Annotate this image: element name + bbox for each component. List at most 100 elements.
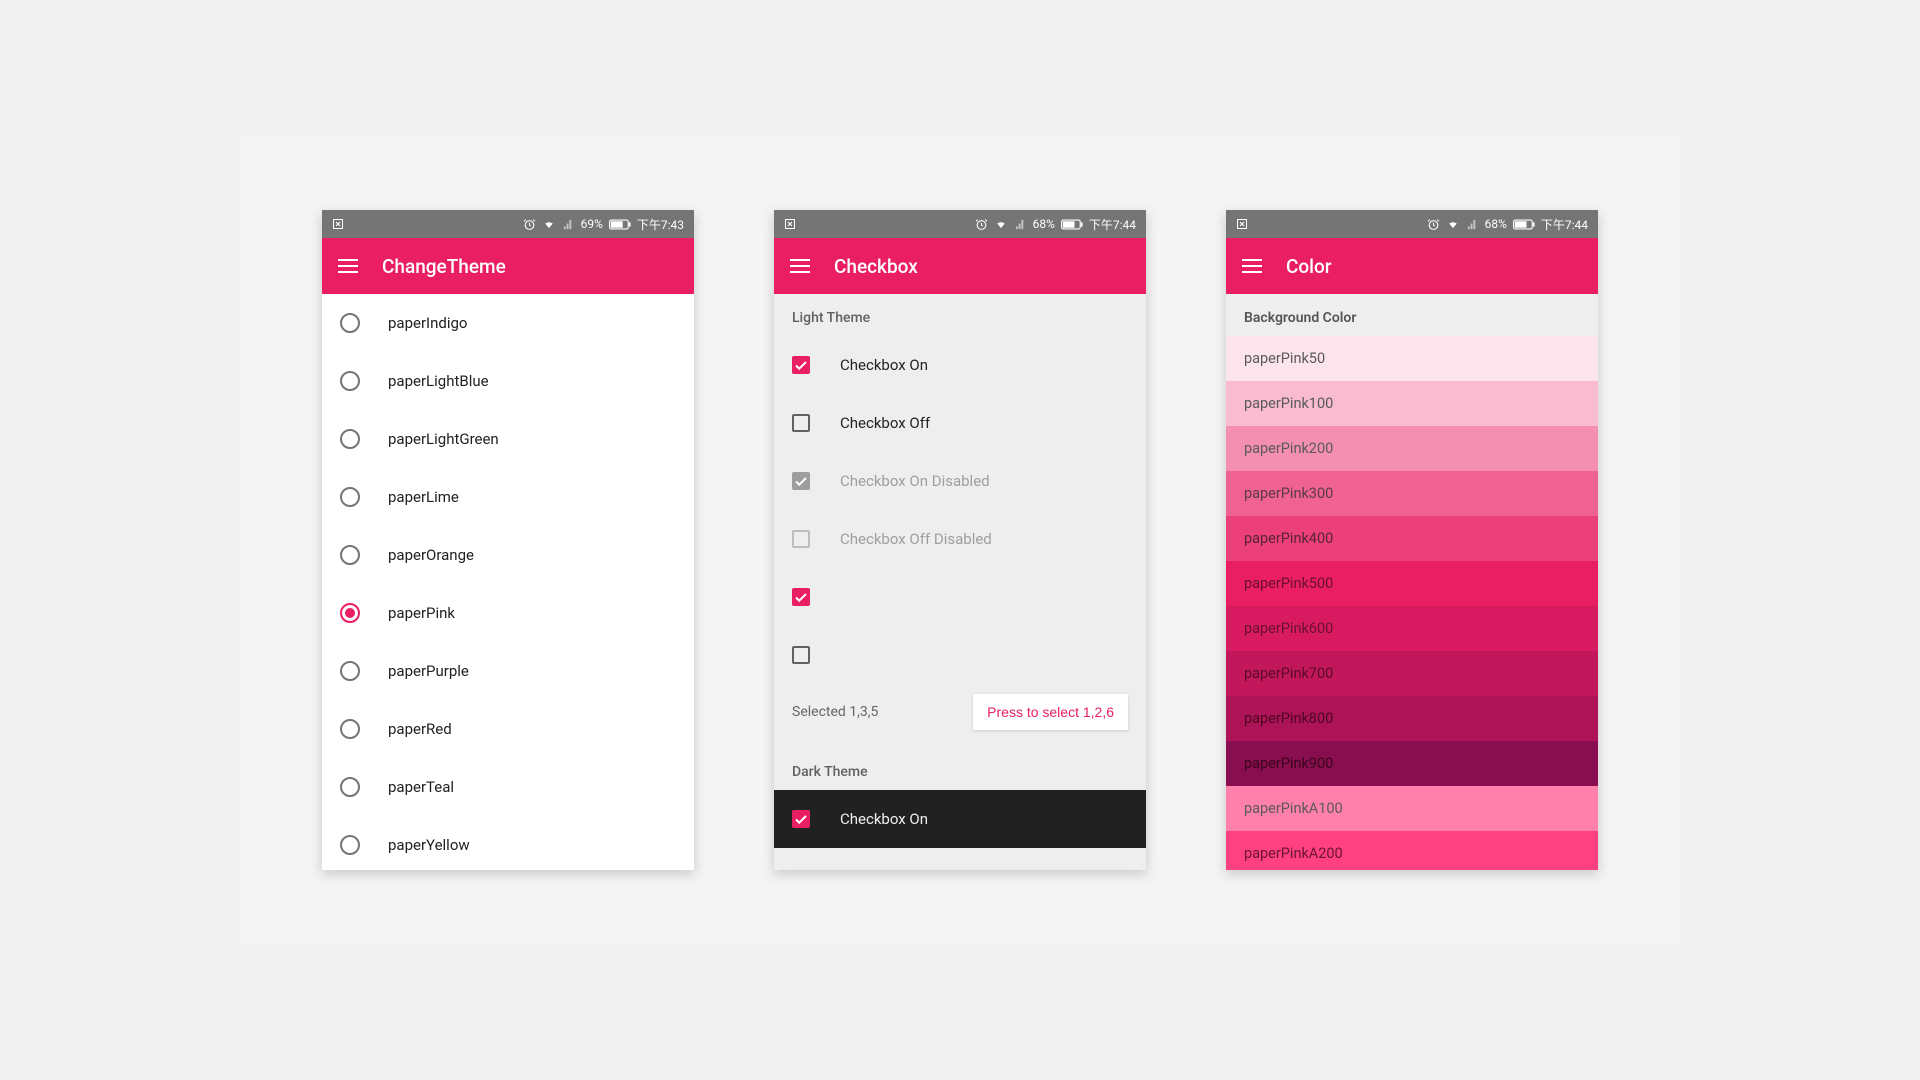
checkbox-label: Checkbox On [840,810,928,828]
clock-text: 下午7:44 [1089,216,1136,233]
swatch-label: paperPinkA200 [1244,845,1343,862]
checkbox-icon[interactable] [792,810,810,828]
menu-icon[interactable] [338,259,358,273]
checkbox-row[interactable] [774,626,1146,684]
color-swatch[interactable]: paperPink400 [1226,516,1598,561]
wifi-icon [542,219,556,230]
selected-text: Selected 1,3,5 [792,704,878,720]
battery-icon [1513,219,1535,230]
swatch-label: paperPink400 [1244,530,1333,547]
radio-icon[interactable] [340,835,360,855]
menu-icon[interactable] [1242,259,1262,273]
swatch-label: paperPink200 [1244,440,1333,457]
theme-radio-item[interactable]: paperLime [322,468,694,526]
radio-label: paperPurple [388,662,469,680]
status-bar: 68% 下午7:44 [1226,210,1598,238]
app-title: ChangeTheme [382,255,506,278]
theme-radio-item[interactable]: paperPink [322,584,694,642]
checkbox-icon[interactable] [792,646,810,664]
radio-label: paperOrange [388,546,474,564]
status-bar: 69% 下午7:43 [322,210,694,238]
app-title: Color [1286,255,1332,278]
checkbox-label: Checkbox Off [840,414,930,432]
signal-icon [1466,219,1479,230]
color-swatch[interactable]: paperPink500 [1226,561,1598,606]
theme-radio-item[interactable]: paperYellow [322,816,694,870]
color-swatch[interactable]: paperPink100 [1226,381,1598,426]
color-swatch[interactable]: paperPink600 [1226,606,1598,651]
swatch-label: paperPink500 [1244,575,1333,592]
swatch-label: paperPink900 [1244,755,1333,772]
signal-icon [1014,219,1027,230]
swatch-label: paperPink700 [1244,665,1333,682]
app-bar: ChangeTheme [322,238,694,294]
theme-radio-item[interactable]: paperTeal [322,758,694,816]
swatch-label: paperPink100 [1244,395,1333,412]
checkbox-row[interactable]: Checkbox Off [774,394,1146,452]
radio-icon[interactable] [340,661,360,681]
radio-icon[interactable] [340,371,360,391]
check-icon [795,477,807,486]
color-swatch[interactable]: paperPinkA100 [1226,786,1598,831]
color-swatch[interactable]: paperPink50 [1226,336,1598,381]
checkbox-label: Checkbox Off Disabled [840,530,992,548]
background-color-header: Background Color [1226,294,1598,336]
phone-color: 68% 下午7:44 Color Background Color paperP… [1226,210,1598,870]
expand-icon [1236,218,1248,230]
wifi-icon [1446,219,1460,230]
app-bar: Color [1226,238,1598,294]
radio-label: paperTeal [388,778,454,796]
checkbox-icon[interactable] [792,588,810,606]
radio-label: paperPink [388,604,455,622]
radio-icon[interactable] [340,777,360,797]
checkbox-row[interactable]: Checkbox On [774,336,1146,394]
checkbox-row: Checkbox Off Disabled [774,510,1146,568]
battery-icon [1061,219,1083,230]
checkbox-content: Light Theme Checkbox OnCheckbox OffCheck… [774,294,1146,870]
battery-percent: 69% [581,217,603,231]
checkbox-row[interactable] [774,568,1146,626]
color-swatch[interactable]: paperPink300 [1226,471,1598,516]
theme-radio-item[interactable]: paperRed [322,700,694,758]
color-swatch[interactable]: paperPink900 [1226,741,1598,786]
color-swatch[interactable]: paperPink800 [1226,696,1598,741]
checkbox-row-dark[interactable]: Checkbox On [774,790,1146,848]
check-icon [795,593,807,602]
checkbox-icon [792,472,810,490]
menu-icon[interactable] [790,259,810,273]
radio-label: paperLime [388,488,459,506]
phone-change-theme: 69% 下午7:43 ChangeTheme paperIndigopaperL… [322,210,694,870]
theme-radio-item[interactable]: paperOrange [322,526,694,584]
checkbox-icon [792,530,810,548]
color-swatch[interactable]: paperPinkA200 [1226,831,1598,870]
signal-icon [562,219,575,230]
app-bar: Checkbox [774,238,1146,294]
radio-icon[interactable] [340,429,360,449]
radio-icon[interactable] [340,313,360,333]
theme-radio-item[interactable]: paperIndigo [322,294,694,352]
theme-radio-item[interactable]: paperLightBlue [322,352,694,410]
theme-radio-item[interactable]: paperLightGreen [322,410,694,468]
radio-icon[interactable] [340,487,360,507]
color-swatch[interactable]: paperPink700 [1226,651,1598,696]
radio-icon[interactable] [340,545,360,565]
swatch-label: paperPink300 [1244,485,1333,502]
theme-radio-item[interactable]: paperPurple [322,642,694,700]
battery-percent: 68% [1485,217,1507,231]
radio-label: paperRed [388,720,452,738]
clock-text: 下午7:44 [1541,216,1588,233]
radio-icon[interactable] [340,603,360,623]
checkbox-icon[interactable] [792,414,810,432]
radio-icon[interactable] [340,719,360,739]
alarm-icon [1427,218,1440,231]
battery-icon [609,219,631,230]
color-swatch[interactable]: paperPink200 [1226,426,1598,471]
swatch-label: paperPink800 [1244,710,1333,727]
checkbox-icon[interactable] [792,356,810,374]
expand-icon [784,218,796,230]
expand-icon [332,218,344,230]
alarm-icon [523,218,536,231]
press-select-button[interactable]: Press to select 1,2,6 [973,694,1128,730]
swatch-label: paperPink50 [1244,350,1325,367]
radio-label: paperYellow [388,836,470,854]
